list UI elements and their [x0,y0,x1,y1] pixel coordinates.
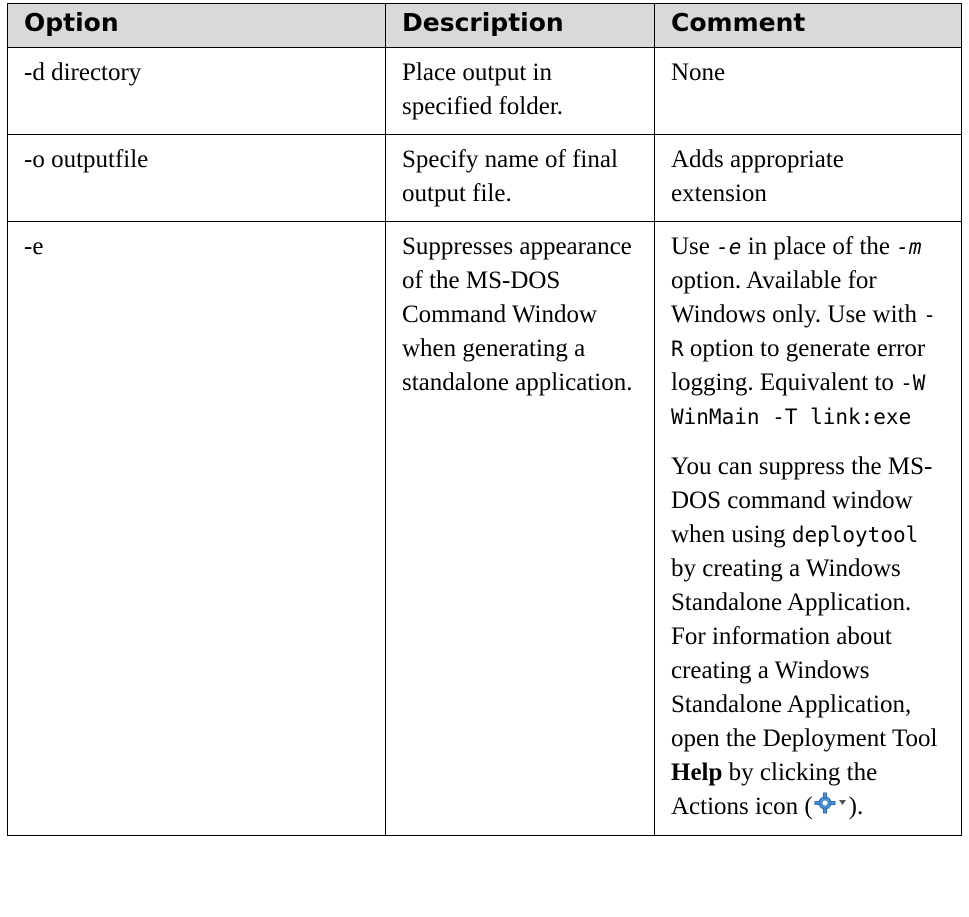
options-table: Option Description Comment -d directory … [7,3,962,837]
code-option-e: -e [716,235,742,259]
gear-dropdown-icon [813,791,849,825]
comment-text: option. Available for Windows only. Use … [671,267,924,328]
comment-text: ). [848,793,864,820]
header-row: Option Description Comment [7,3,962,48]
comment-text: by creating a Windows Standalone Applica… [671,555,912,616]
header-option: Option [7,3,386,48]
comment-cell: None [654,47,962,135]
description-cell: Place output in specified folder. [385,47,655,135]
comment-text: option to generate error logging. Equiva… [671,335,926,396]
header-comment: Comment [654,3,962,48]
description-cell: Specify name of final output file. [385,134,655,222]
table-row: -d directory Place output in specified f… [7,47,962,135]
option-cell: -o outputfile [7,134,386,222]
comment-text: Use [671,233,717,260]
comment-paragraph: You can suppress the MS-DOS command wind… [671,450,945,825]
description-cell: Suppresses appearance of the MS-DOS Comm… [385,220,655,837]
table-row: -o outputfile Specify name of final outp… [7,134,962,222]
comment-cell: Use -e in place of the -m option. Availa… [654,220,962,837]
option-cell: -d directory [7,47,386,135]
comment-cell: Adds appropriate extension [654,134,962,222]
comment-paragraph: Use -e in place of the -m option. Availa… [671,230,945,434]
code-option-m: -m [896,235,922,259]
code-deploytool: deploytool [791,523,919,547]
table-row: -e Suppresses appearance of the MS-DOS C… [7,220,962,837]
comment-text: in place of the [741,233,897,260]
comment-text: For information about creating a Windows… [671,623,938,752]
help-bold-text: Help [671,759,723,786]
option-cell: -e [7,220,386,837]
header-description: Description [385,3,655,48]
